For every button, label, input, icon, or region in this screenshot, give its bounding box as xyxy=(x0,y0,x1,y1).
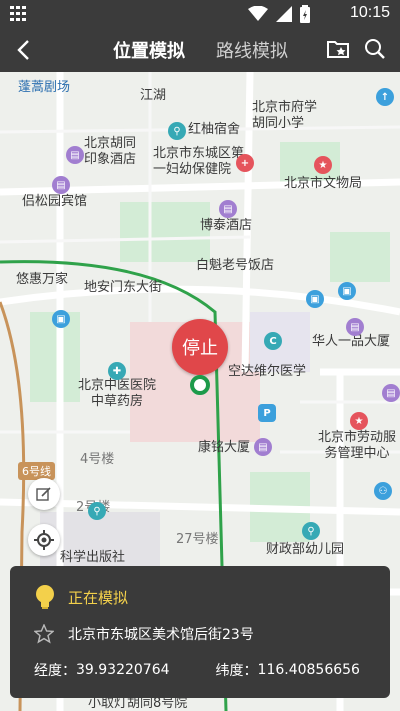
grid-icon xyxy=(10,6,26,21)
battery-icon xyxy=(300,5,310,23)
tab-route-simulation[interactable]: 路线模拟 xyxy=(216,37,288,63)
hotel-pin-icon[interactable]: ▤ xyxy=(382,384,400,402)
status-row: 正在模拟 xyxy=(34,584,128,610)
signal-icon xyxy=(276,6,292,22)
address-text: 北京市东城区美术馆后街23号 xyxy=(68,627,254,643)
hotel-pin-icon[interactable]: ▤ xyxy=(219,200,237,218)
edit-button[interactable] xyxy=(28,478,60,510)
hotel-pin-icon[interactable]: ▤ xyxy=(254,438,272,456)
poi-label: 北京市东城区第一妇幼保健院 xyxy=(153,146,245,177)
toilet-pin-icon[interactable]: ⚇ xyxy=(374,482,392,500)
poi-label: 华人一品大厦 xyxy=(312,334,391,349)
landmark-pin-icon[interactable]: ★ xyxy=(350,412,368,430)
poi-label: 27号楼 xyxy=(176,532,219,547)
clock: 10:15 xyxy=(349,4,390,21)
title-bar: 位置模拟 路线模拟 xyxy=(0,28,400,72)
favorite-folder-icon[interactable] xyxy=(326,38,350,60)
poi-label: 白魁老号饭店 xyxy=(196,258,275,273)
poi-label: 北京中医医院中草药房 xyxy=(77,378,156,409)
poi-label: 博泰酒店 xyxy=(200,218,253,233)
locate-icon xyxy=(34,530,54,550)
bus-pin-icon[interactable]: ▣ xyxy=(52,310,70,328)
wifi-icon xyxy=(248,6,268,21)
metro-line-label: 6号线 xyxy=(18,462,55,480)
poi-label: 4号楼 xyxy=(80,452,115,467)
shop-pin-icon[interactable]: ⚲ xyxy=(168,122,186,140)
poi-label: 北京市府学胡同小学 xyxy=(252,100,318,131)
stop-simulation-button[interactable]: 停止 xyxy=(172,319,228,375)
parking-pin-icon[interactable]: P xyxy=(258,404,276,422)
poi-label: 地安门东大街 xyxy=(84,280,163,295)
transit-pin-icon[interactable]: ↑ xyxy=(376,88,394,106)
poi-label: 财政部幼儿园 xyxy=(266,542,345,557)
poi-label: 康铭大厦 xyxy=(198,440,251,455)
back-arrow-icon[interactable] xyxy=(14,38,34,62)
shop-pin-icon[interactable]: ⚲ xyxy=(88,502,106,520)
hospital-pin-icon[interactable]: + xyxy=(236,154,254,172)
tab-location-simulation[interactable]: 位置模拟 xyxy=(113,37,185,63)
poi-label: 蓬蒿剧场 xyxy=(18,80,71,95)
search-icon[interactable] xyxy=(364,38,386,60)
latitude-value: 39.93220764 xyxy=(76,662,170,678)
bank-pin-icon[interactable]: C xyxy=(264,332,282,350)
star-icon[interactable] xyxy=(34,624,54,644)
poi-label: 北京市文物局 xyxy=(284,176,363,191)
shop-pin-icon[interactable]: ⚲ xyxy=(302,522,320,540)
bus-pin-icon[interactable]: ▣ xyxy=(338,282,356,300)
hotel-pin-icon[interactable]: ▤ xyxy=(52,176,70,194)
locate-button[interactable] xyxy=(28,524,60,556)
bus-pin-icon[interactable]: ▣ xyxy=(306,290,324,308)
poi-label: 科学出版社 xyxy=(60,550,126,565)
hotel-pin-icon[interactable]: ▤ xyxy=(66,146,84,164)
poi-label: 小取灯胡同8号院 xyxy=(88,696,188,711)
longitude-label: 纬度： xyxy=(215,663,258,679)
poi-label: 侣松园宾馆 xyxy=(22,194,88,209)
coordinates-row: 经度： 39.93220764 纬度： 116.40856656 xyxy=(34,660,360,680)
poi-label: 悠惠万家 xyxy=(16,272,69,287)
landmark-pin-icon[interactable]: ★ xyxy=(314,156,332,174)
simulation-info-panel: 正在模拟 北京市东城区美术馆后街23号 经度： 39.93220764 纬度： … xyxy=(10,566,390,698)
latitude-label: 经度： xyxy=(34,663,76,679)
poi-label: 北京市劳动服务管理中心 xyxy=(318,430,397,461)
hotel-pin-icon[interactable]: ▤ xyxy=(346,318,364,336)
simulation-status: 正在模拟 xyxy=(68,588,129,607)
current-location-marker xyxy=(190,375,210,395)
edit-icon xyxy=(36,487,51,501)
status-bar: 10:15 xyxy=(0,0,400,28)
poi-label: 北京胡同印象酒店 xyxy=(84,136,137,167)
pharmacy-pin-icon[interactable]: ✚ xyxy=(108,362,126,380)
poi-label: 空达维尔医学 xyxy=(228,364,307,379)
poi-label: 江湖 xyxy=(140,88,167,103)
longitude-value: 116.40856656 xyxy=(257,662,360,678)
poi-label: 红柚宿舍 xyxy=(188,122,241,137)
address-row: 北京市东城区美术馆后街23号 xyxy=(34,624,254,644)
lightbulb-icon xyxy=(36,585,54,609)
